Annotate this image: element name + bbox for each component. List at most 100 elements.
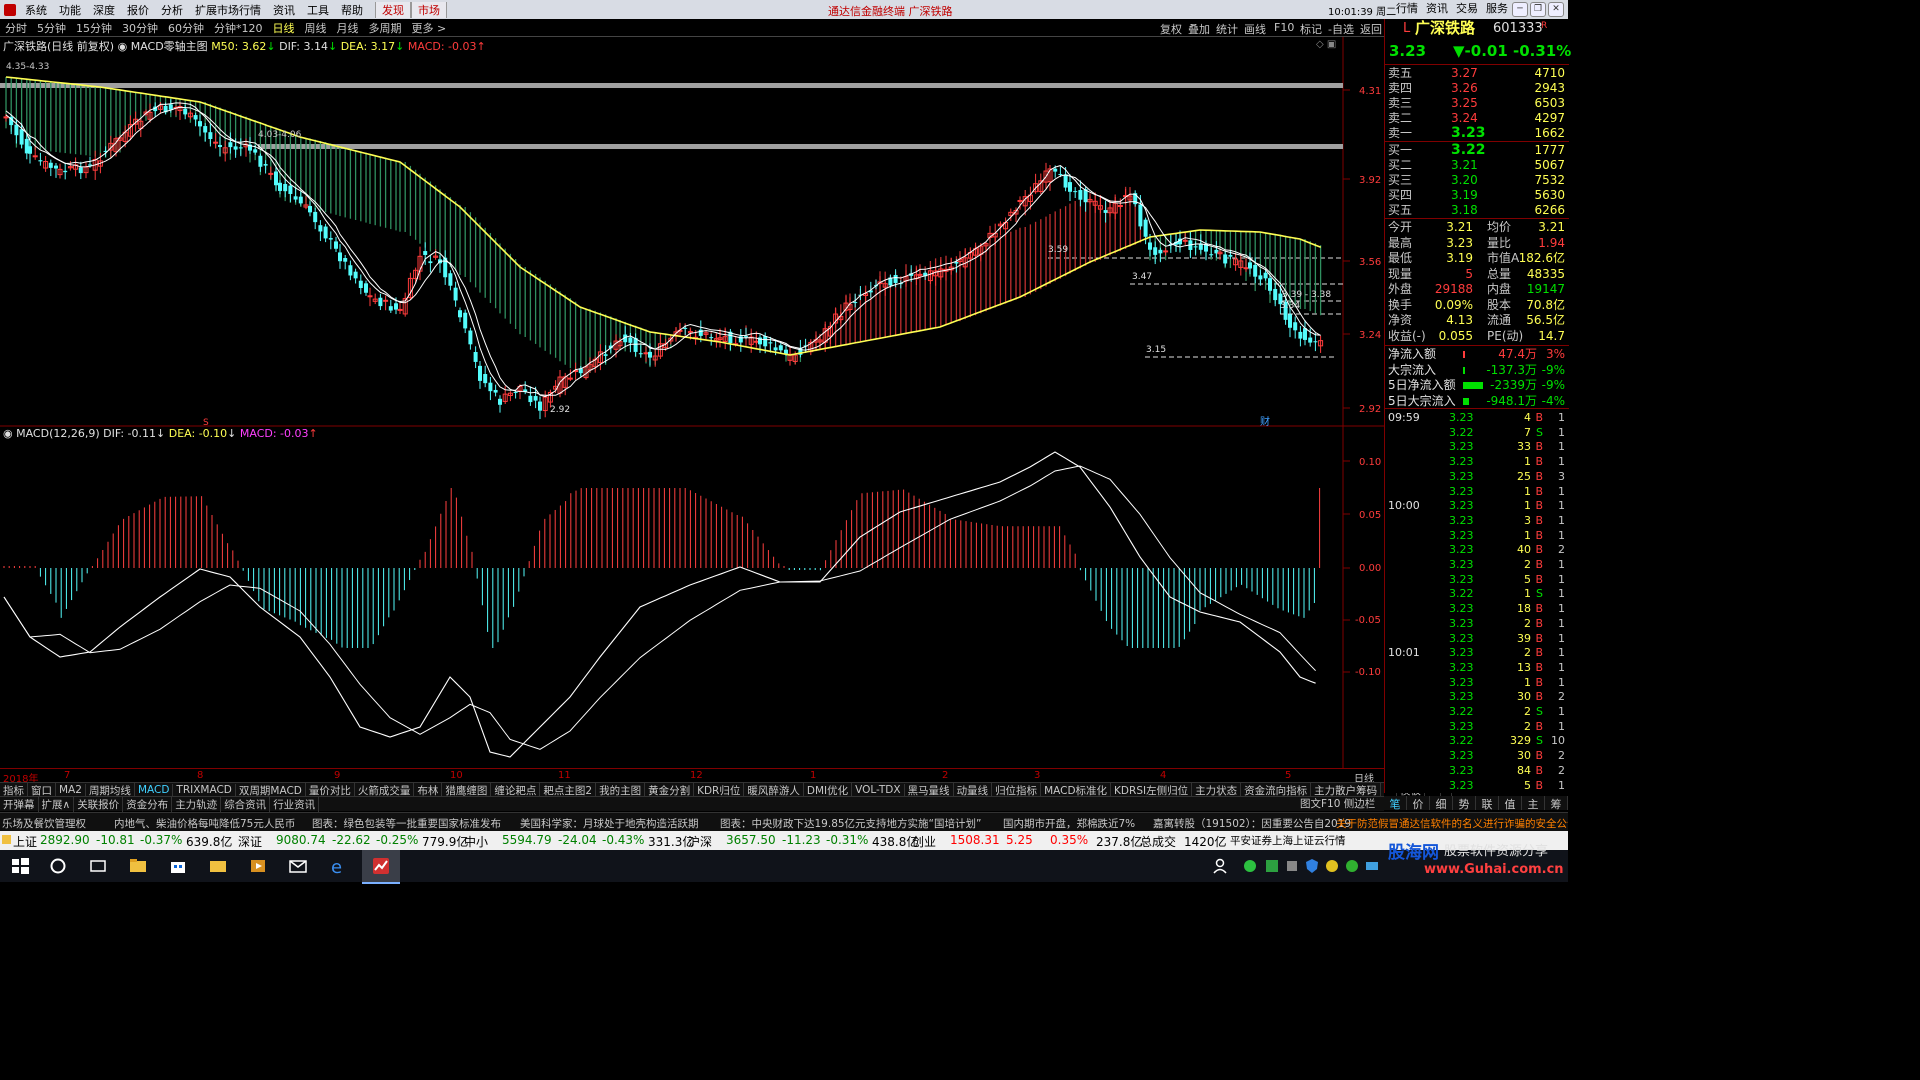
candle-body[interactable] bbox=[343, 258, 348, 262]
media-player-icon[interactable] bbox=[248, 856, 268, 876]
menu-item-analysis[interactable]: 分析 bbox=[155, 2, 189, 18]
toolbar-adjust[interactable]: 复权 bbox=[1160, 21, 1182, 37]
candle-body[interactable] bbox=[334, 241, 338, 249]
candle-body[interactable] bbox=[32, 155, 38, 158]
candle-body[interactable] bbox=[1308, 337, 1313, 343]
people-icon[interactable] bbox=[1210, 856, 1230, 876]
menu-item-quote[interactable]: 报价 bbox=[121, 2, 155, 18]
candle-body[interactable] bbox=[63, 170, 68, 173]
news-item[interactable]: 国内期市开盘，郑棉跌近7% bbox=[1003, 816, 1135, 831]
indicator-tab[interactable]: VOL-TDX bbox=[852, 784, 905, 796]
chart-corner-icons[interactable]: ◇ ▣ bbox=[1316, 39, 1336, 50]
candle-body[interactable] bbox=[268, 172, 274, 175]
macd-chart[interactable] bbox=[3, 451, 1321, 758]
candle-body[interactable] bbox=[1288, 314, 1292, 328]
period-tab-120min[interactable]: 分钟*120 bbox=[209, 20, 268, 36]
news-item[interactable]: 美国科学家：月球处于地壳构造活跃期 bbox=[520, 816, 699, 831]
candle-body[interactable] bbox=[533, 396, 538, 401]
candle-body[interactable] bbox=[683, 327, 688, 329]
candle-body[interactable] bbox=[1258, 275, 1263, 280]
candle-body[interactable] bbox=[1073, 191, 1078, 193]
bid-row[interactable]: 买三 3.20 7532 bbox=[1385, 173, 1569, 188]
finance-marker[interactable]: 财 bbox=[1260, 413, 1270, 428]
candle-body[interactable] bbox=[538, 401, 542, 411]
candle-body[interactable] bbox=[1158, 249, 1163, 254]
macd-toggle-icon[interactable]: ◉ bbox=[3, 427, 13, 440]
news-item[interactable]: 内地气、柴油价格每吨降低75元人民币 bbox=[114, 816, 295, 831]
candle-body[interactable] bbox=[1193, 246, 1198, 248]
macd-indicator-name[interactable]: MACD(12,26,9) bbox=[16, 427, 100, 440]
restore-icon[interactable]: ❐ bbox=[1530, 2, 1546, 17]
search-icon[interactable] bbox=[48, 856, 68, 876]
extension-tab[interactable]: 主力轨迹 bbox=[172, 796, 222, 812]
bid-row[interactable]: 买二 3.21 5067 bbox=[1385, 158, 1569, 173]
menu-item-market[interactable]: 市场 bbox=[411, 1, 447, 18]
candle-body[interactable] bbox=[278, 182, 282, 191]
news-item[interactable]: 乐场及餐饮管理权 bbox=[2, 816, 86, 831]
news-item[interactable]: 图表：中央财政下达19.85亿元支持地方实施“国培计划” bbox=[720, 816, 981, 831]
indicator-toggle-icon[interactable]: ◉ bbox=[118, 40, 128, 53]
minimize-icon[interactable]: ─ bbox=[1512, 2, 1528, 17]
candle-body[interactable] bbox=[698, 329, 703, 336]
candle-body[interactable] bbox=[1243, 267, 1249, 270]
chart-area[interactable]: S bbox=[0, 37, 1384, 768]
candle-body[interactable] bbox=[513, 392, 518, 394]
toolbar-f10[interactable]: F10 bbox=[1274, 21, 1294, 34]
candle-body[interactable] bbox=[38, 160, 43, 162]
candle-body[interactable] bbox=[1253, 264, 1258, 277]
extension-tab[interactable]: 开弹幕 bbox=[0, 796, 39, 812]
candle-body[interactable] bbox=[328, 238, 333, 240]
candle-body[interactable] bbox=[709, 337, 714, 339]
close-icon[interactable]: ✕ bbox=[1548, 2, 1564, 17]
bid-row[interactable]: 买一 3.22 1777 bbox=[1385, 143, 1569, 158]
right-tab[interactable]: 值 bbox=[1499, 796, 1522, 811]
ask-row[interactable]: 卖一 3.23 1662 bbox=[1385, 126, 1569, 141]
mail-icon[interactable] bbox=[288, 856, 308, 876]
top-button-trade[interactable]: 交易 bbox=[1452, 1, 1482, 17]
volume-tray-icon[interactable] bbox=[1362, 856, 1382, 876]
candle-body[interactable] bbox=[358, 280, 363, 288]
candle-body[interactable] bbox=[648, 351, 652, 358]
candle-body[interactable] bbox=[1303, 328, 1307, 340]
ime-tray-icon[interactable] bbox=[1262, 856, 1282, 876]
candle-body[interactable] bbox=[3, 116, 9, 119]
top-button-service[interactable]: 服务 bbox=[1482, 1, 1512, 17]
news-item[interactable]: 图表：绿色包装等一批重要国家标准发布 bbox=[312, 816, 501, 831]
candle-body[interactable] bbox=[448, 273, 453, 286]
candle-body[interactable] bbox=[288, 185, 293, 194]
candle-body[interactable] bbox=[283, 184, 288, 192]
top-button-quote[interactable]: 行情 bbox=[1392, 1, 1422, 17]
candle-body[interactable] bbox=[498, 398, 502, 405]
candle-body[interactable] bbox=[213, 141, 219, 144]
candle-body[interactable] bbox=[458, 310, 462, 318]
candle-body[interactable] bbox=[1273, 288, 1278, 301]
candle-body[interactable] bbox=[1138, 204, 1143, 227]
news-item[interactable]: 嘉寓转股（191502）：因重要公告自2019 bbox=[1153, 816, 1351, 831]
candle-body[interactable] bbox=[293, 196, 298, 200]
toolbar-stats[interactable]: 统计 bbox=[1216, 21, 1238, 37]
f10-sidebar-label[interactable]: 图文F10 侧边栏 bbox=[1300, 796, 1375, 811]
right-tab[interactable]: 笔 bbox=[1384, 796, 1407, 811]
period-tab-5min[interactable]: 5分钟 bbox=[32, 20, 71, 36]
candle-body[interactable] bbox=[628, 337, 633, 343]
task-view-icon[interactable] bbox=[88, 856, 108, 876]
candle-body[interactable] bbox=[218, 145, 222, 147]
extension-tab[interactable]: 行业资讯 bbox=[270, 796, 320, 812]
menu-item-system[interactable]: 系统 bbox=[19, 2, 53, 18]
candle-body[interactable] bbox=[1293, 322, 1298, 331]
indicator-tab[interactable]: MACD bbox=[135, 784, 174, 796]
candle-body[interactable] bbox=[203, 126, 208, 133]
extension-tab[interactable]: 综合资讯 bbox=[221, 796, 271, 812]
candle-body[interactable] bbox=[1228, 255, 1233, 257]
candle-body[interactable] bbox=[28, 146, 32, 154]
candle-body[interactable] bbox=[453, 287, 458, 301]
period-tab-multi[interactable]: 多周期 bbox=[364, 20, 407, 36]
candle-body[interactable] bbox=[397, 308, 403, 311]
candle-body[interactable] bbox=[893, 274, 898, 283]
candle-body[interactable] bbox=[478, 365, 482, 381]
candle-body[interactable] bbox=[1263, 272, 1268, 279]
candle-body[interactable] bbox=[168, 104, 173, 110]
indicator-tab[interactable]: MA2 bbox=[56, 784, 86, 796]
shield-tray-icon[interactable] bbox=[1302, 856, 1322, 876]
candle-body[interactable] bbox=[638, 353, 643, 355]
